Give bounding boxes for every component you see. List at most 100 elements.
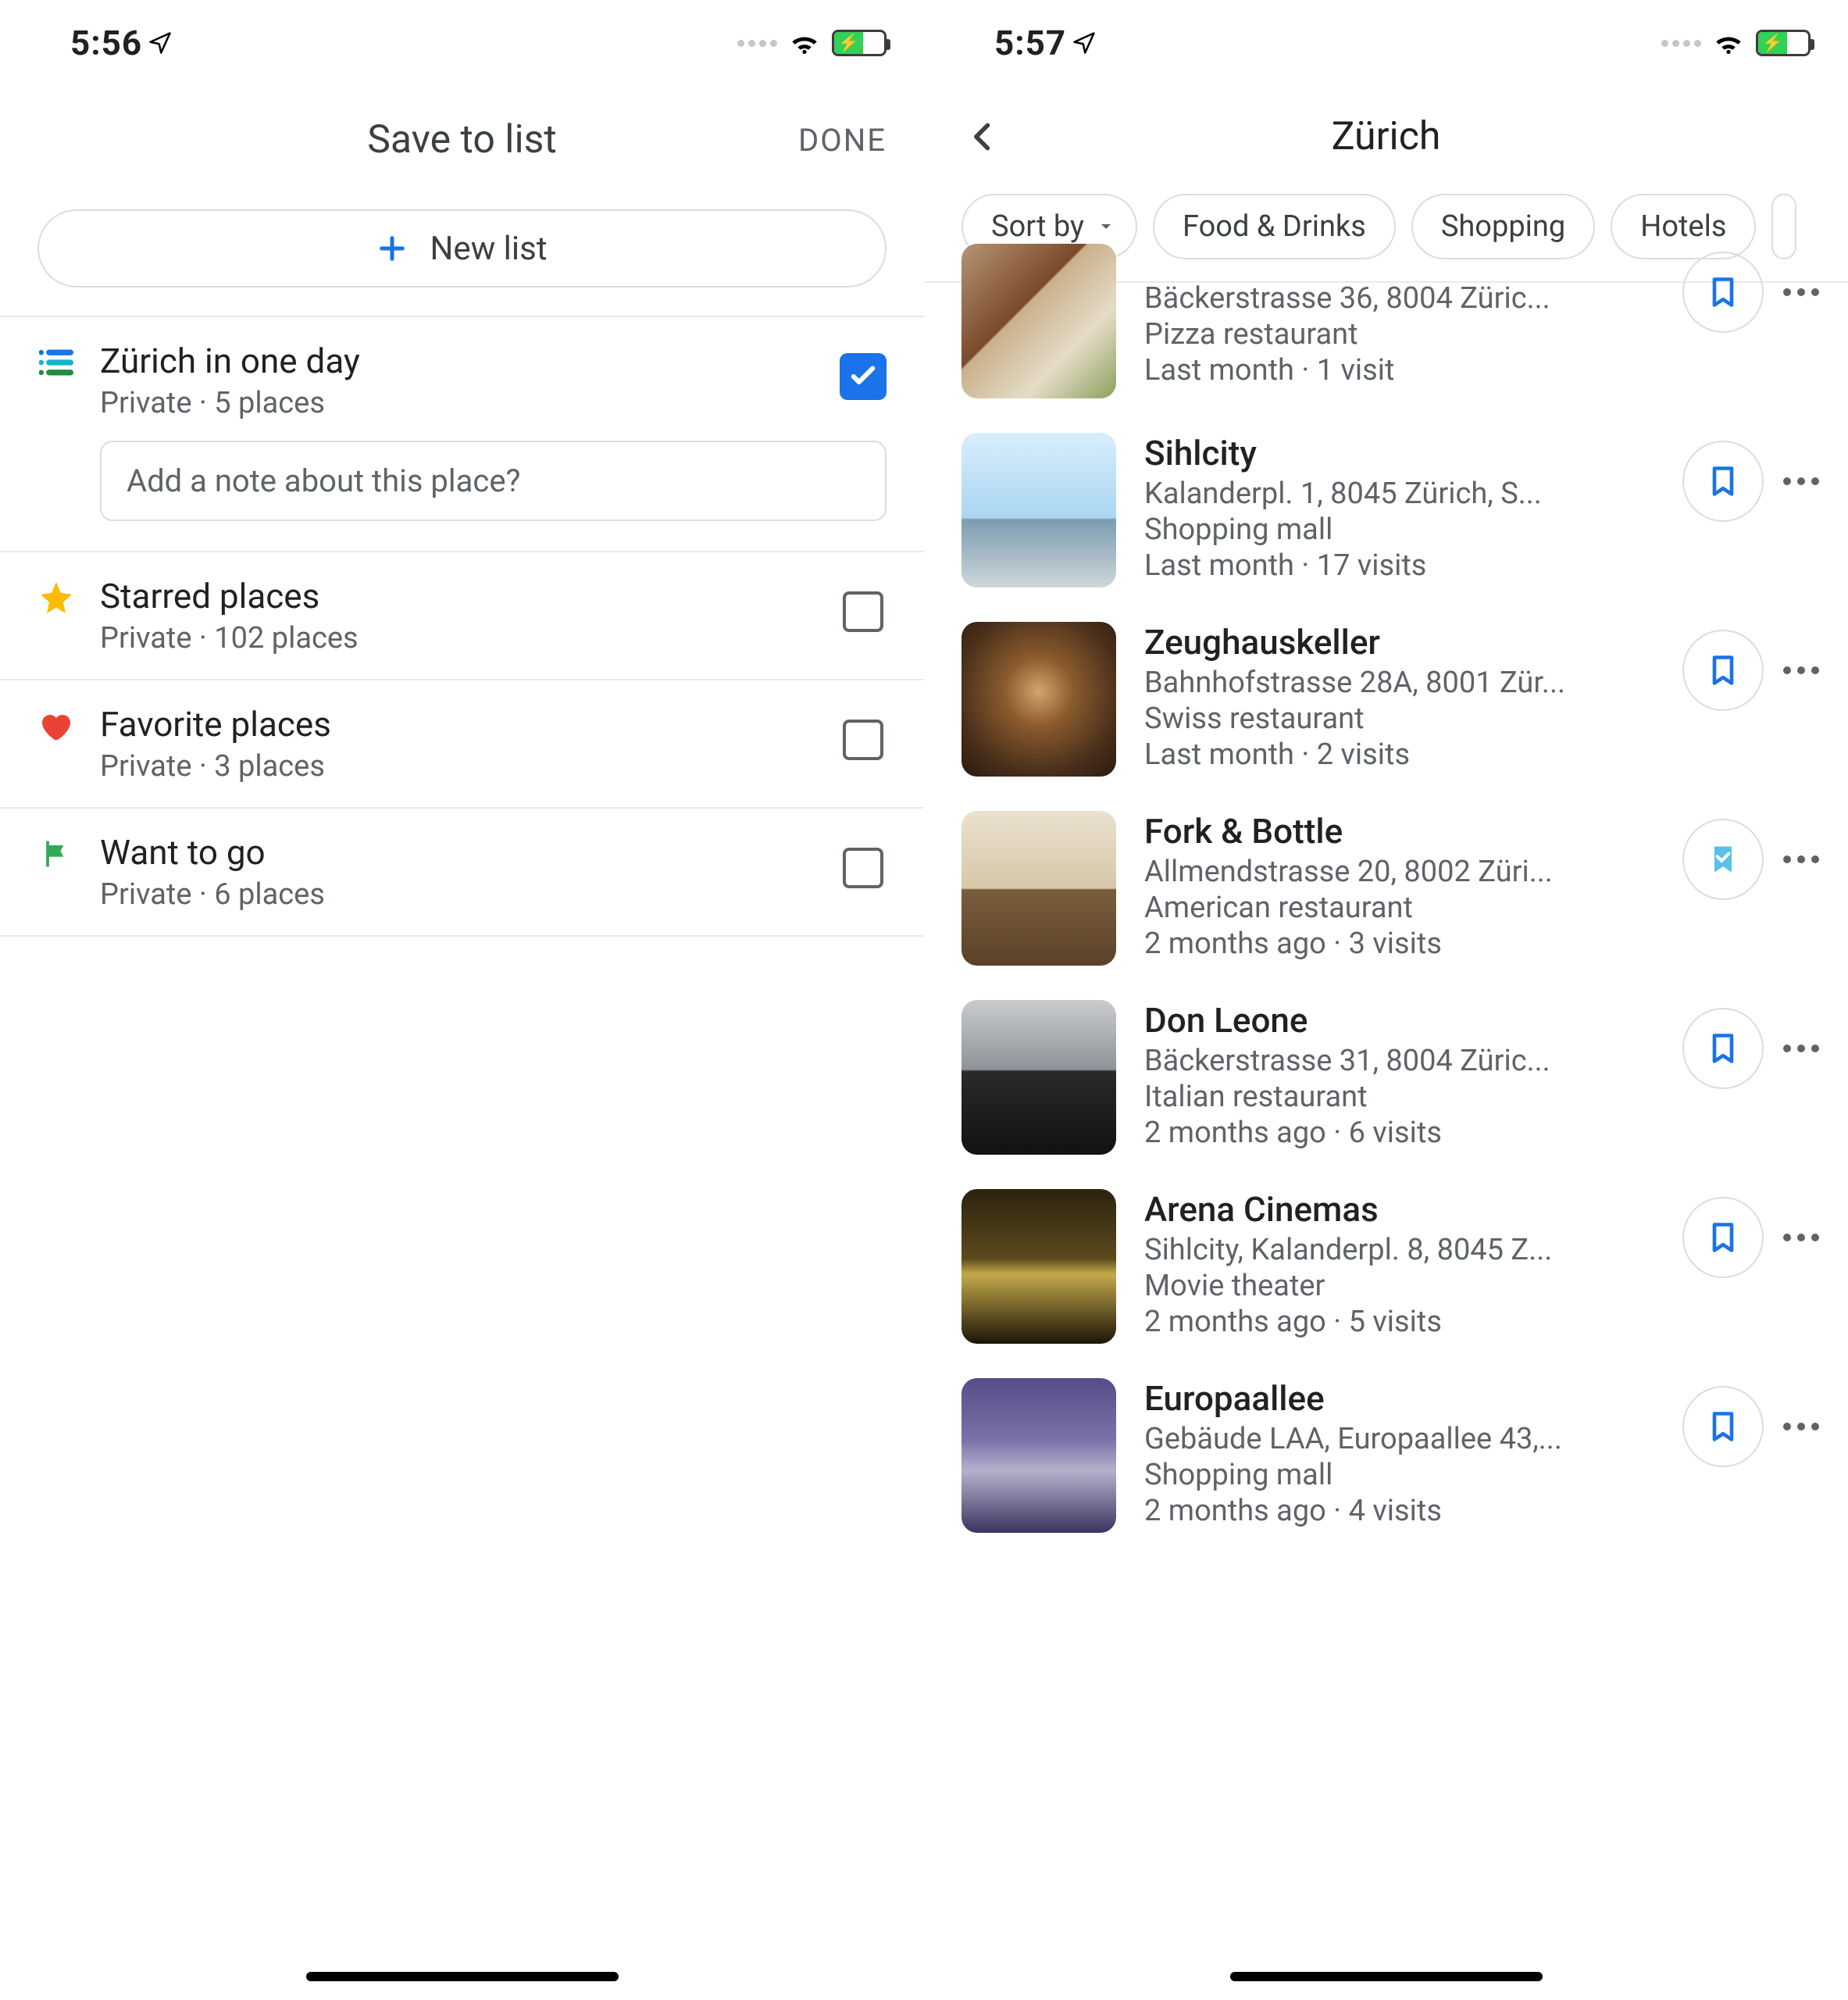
place-address: Gebäude LAA, Europaallee 43,... (1144, 1422, 1654, 1456)
flag-icon (37, 835, 75, 873)
status-bar: 5:57 ⚡ (924, 0, 1848, 86)
bookmark-button[interactable] (1682, 252, 1764, 333)
places-list: . Bäckerstrasse 36, 8004 Züric... Pizza … (924, 281, 1848, 1550)
place-row[interactable]: Sihlcity Kalanderpl. 1, 8045 Zürich, S..… (924, 416, 1848, 605)
list-subtitle: Private · 5 places (100, 386, 815, 420)
star-icon (37, 579, 75, 616)
more-button[interactable] (1782, 1234, 1820, 1241)
place-meta: 2 months ago · 3 visits (1144, 927, 1654, 961)
bookmark-button[interactable] (1682, 1008, 1764, 1089)
place-meta: Last month · 17 visits (1144, 548, 1654, 583)
place-category: American restaurant (1144, 891, 1654, 925)
status-bar: 5:56 ⚡ (0, 0, 924, 86)
page-title: Save to list (367, 117, 557, 162)
place-address: Bäckerstrasse 31, 8004 Züric... (1144, 1044, 1654, 1078)
battery-icon: ⚡ (832, 30, 887, 56)
place-category: Shopping mall (1144, 1458, 1654, 1492)
status-time: 5:57 (994, 23, 1096, 63)
checkbox[interactable] (840, 716, 887, 763)
place-name: Europaallee (1144, 1378, 1654, 1419)
bookmark-button[interactable] (1682, 630, 1764, 711)
list-row[interactable]: Want to go Private · 6 places (0, 807, 924, 937)
location-icon (148, 31, 172, 55)
new-list-button[interactable]: New list (37, 209, 887, 288)
more-button[interactable] (1782, 477, 1820, 485)
place-category: Swiss restaurant (1144, 702, 1654, 736)
list-row[interactable]: Starred places Private · 102 places (0, 551, 924, 679)
note-input[interactable]: Add a note about this place? (100, 441, 887, 521)
place-row[interactable]: . Bäckerstrasse 36, 8004 Züric... Pizza … (924, 244, 1848, 416)
place-row[interactable]: Arena Cinemas Sihlcity, Kalanderpl. 8, 8… (924, 1172, 1848, 1361)
chip-label: Hotels (1640, 209, 1726, 244)
battery-icon: ⚡ (1756, 30, 1811, 56)
place-row[interactable]: Europaallee Gebäude LAA, Europaallee 43,… (924, 1361, 1848, 1550)
status-right: ⚡ (1661, 27, 1811, 59)
bookmark-icon (1706, 1031, 1740, 1066)
more-button[interactable] (1782, 855, 1820, 863)
list-row[interactable]: Favorite places Private · 3 places (0, 679, 924, 807)
status-time-text: 5:57 (994, 23, 1066, 63)
more-button[interactable] (1782, 1423, 1820, 1430)
list-row[interactable]: Zürich in one day Private · 5 places Add… (0, 316, 924, 551)
place-address: Sihlcity, Kalanderpl. 8, 8045 Z... (1144, 1233, 1654, 1267)
caret-down-icon (1097, 217, 1115, 236)
place-thumbnail (961, 1378, 1116, 1533)
place-row[interactable]: Zeughauskeller Bahnhofstrasse 28A, 8001 … (924, 605, 1848, 794)
place-meta: 2 months ago · 5 visits (1144, 1305, 1654, 1339)
more-button[interactable] (1782, 288, 1820, 296)
chip-label: Food & Drinks (1183, 209, 1366, 244)
place-row[interactable]: Don Leone Bäckerstrasse 31, 8004 Züric..… (924, 983, 1848, 1172)
location-icon (1072, 31, 1096, 55)
bookmark-icon (1706, 653, 1740, 688)
home-indicator[interactable] (306, 1972, 619, 1981)
checkbox[interactable] (840, 353, 887, 400)
chip-label: Shopping (1441, 209, 1565, 244)
checkbox[interactable] (840, 588, 887, 635)
place-name: Arena Cinemas (1144, 1189, 1654, 1230)
bookmark-button[interactable] (1682, 819, 1764, 900)
checkbox-empty-icon (843, 591, 883, 632)
charging-icon: ⚡ (838, 34, 859, 53)
place-thumbnail (961, 1000, 1116, 1155)
status-right: ⚡ (737, 27, 887, 59)
bookmark-button[interactable] (1682, 1197, 1764, 1278)
list-title: Want to go (100, 832, 815, 873)
place-address: Bäckerstrasse 36, 8004 Züric... (1144, 281, 1654, 316)
bookmark-icon (1706, 464, 1740, 498)
list-title: Starred places (100, 576, 815, 616)
list-subtitle: Private · 102 places (100, 621, 815, 655)
list-title: Zürich in one day (100, 341, 815, 381)
place-name: Sihlcity (1144, 433, 1654, 473)
more-button[interactable] (1782, 666, 1820, 674)
chip-label: Sort by (991, 209, 1084, 244)
bookmark-saved-icon (1706, 842, 1740, 877)
list-subtitle: Private · 6 places (100, 877, 815, 912)
back-button[interactable] (961, 115, 1005, 159)
place-name: Zeughauskeller (1144, 622, 1654, 662)
done-button[interactable]: DONE (798, 122, 887, 159)
checkbox[interactable] (840, 845, 887, 891)
page-title: Zürich (1005, 114, 1767, 159)
place-category: Movie theater (1144, 1269, 1654, 1303)
list-title: Favorite places (100, 704, 815, 745)
place-row[interactable]: Fork & Bottle Allmendstrasse 20, 8002 Zü… (924, 794, 1848, 983)
home-indicator[interactable] (1230, 1972, 1543, 1981)
bookmark-icon (1706, 275, 1740, 309)
cell-signal-icon (1661, 40, 1701, 47)
place-thumbnail (961, 811, 1116, 966)
header: Save to list DONE (0, 86, 924, 194)
list-multi-icon (37, 344, 75, 381)
chevron-left-icon (966, 120, 1001, 154)
charging-icon: ⚡ (1762, 34, 1783, 53)
header: Zürich (924, 86, 1848, 184)
bookmark-button[interactable] (1682, 441, 1764, 522)
list-subtitle: Private · 3 places (100, 749, 815, 784)
place-meta: Last month · 2 visits (1144, 738, 1654, 772)
bookmark-button[interactable] (1682, 1386, 1764, 1467)
place-meta: Last month · 1 visit (1144, 353, 1654, 388)
new-list-label: New list (430, 230, 547, 268)
more-button[interactable] (1782, 1045, 1820, 1052)
checkbox-checked-icon (840, 353, 887, 400)
wifi-icon (788, 27, 821, 59)
place-address: Bahnhofstrasse 28A, 8001 Zür... (1144, 666, 1654, 700)
